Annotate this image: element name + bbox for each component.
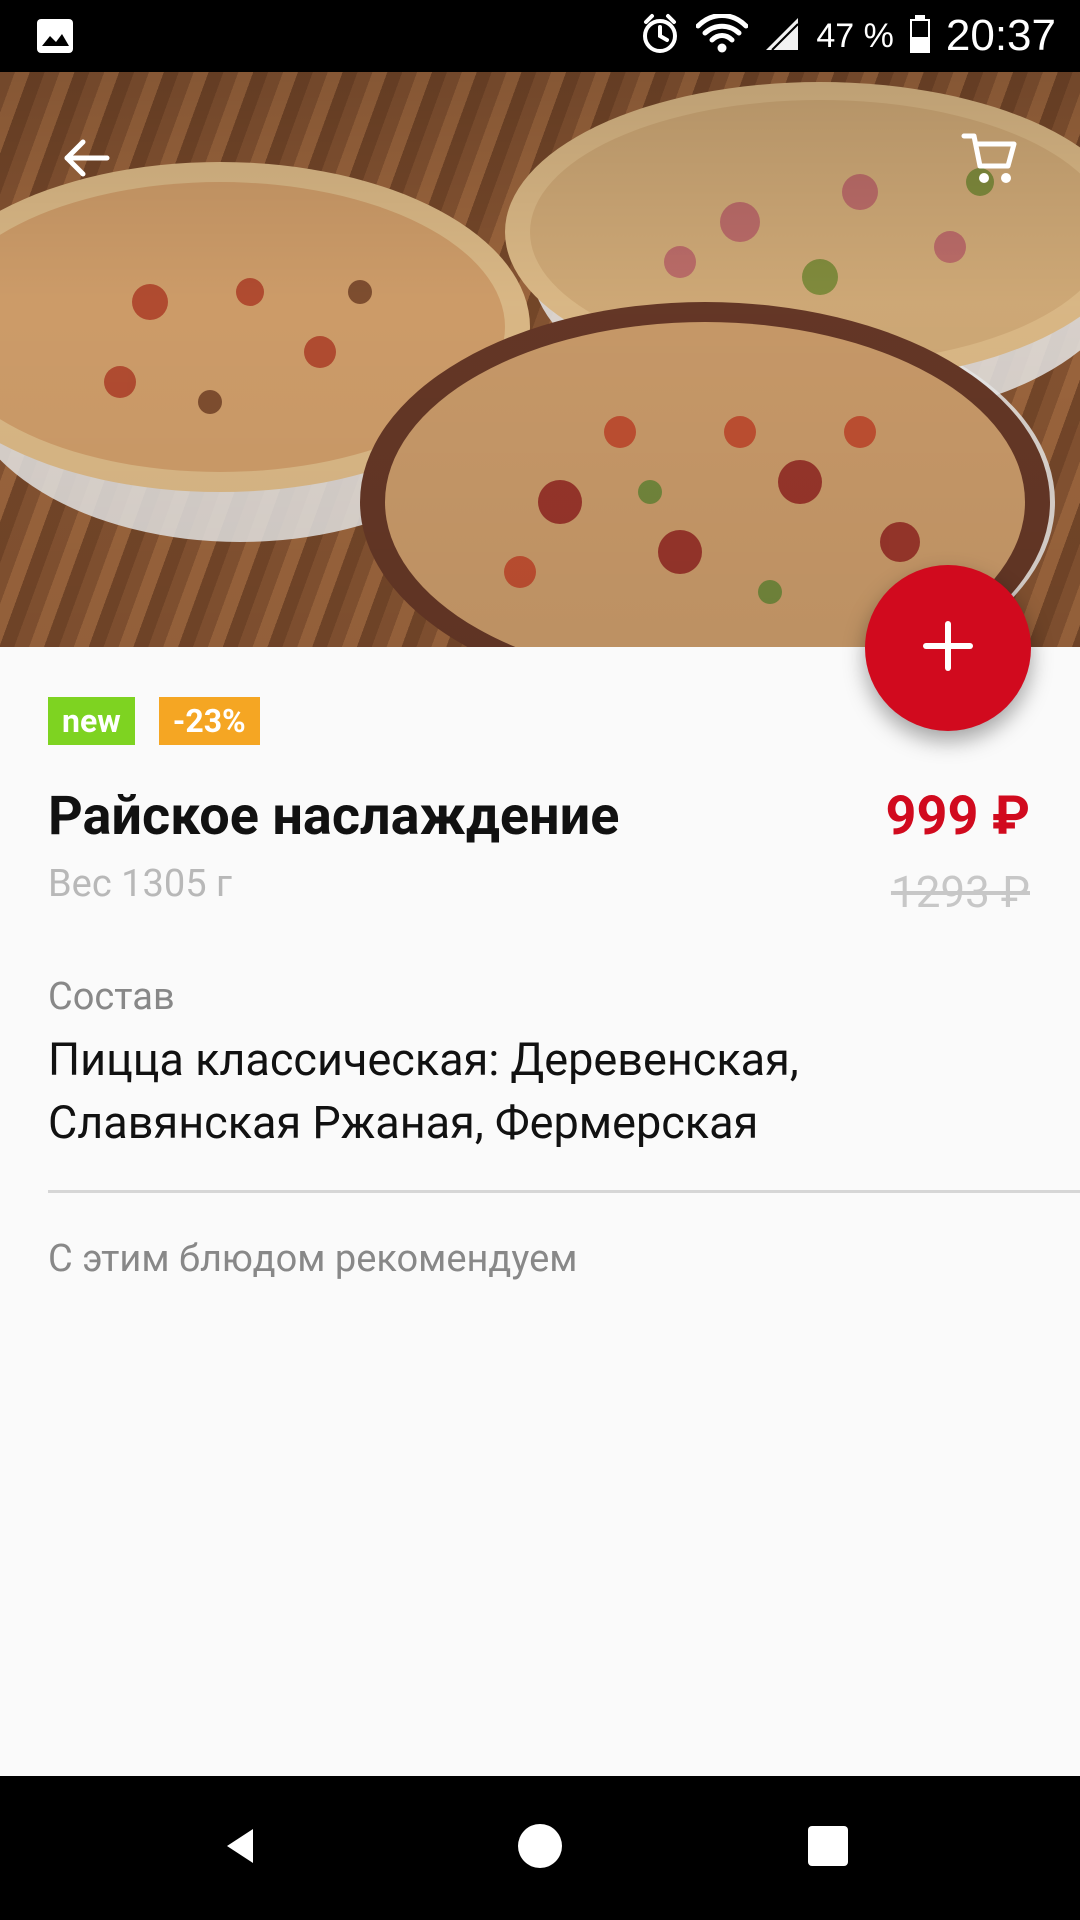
new-badge: new [48,697,135,745]
recommend-label: С этим блюдом рекомендуем [48,1237,578,1281]
composition-label: Состав [48,975,175,1019]
alarm-icon [638,12,682,60]
nav-home-button[interactable] [480,1776,600,1920]
arrow-left-icon [57,130,113,190]
status-right: 47 % 20:37 [638,0,1056,72]
product-badges: new -23% [48,697,260,745]
image-overlay [0,72,1080,647]
product-weight: Вес 1305 г [48,862,232,906]
battery-percent: 47 % [816,16,894,55]
back-button[interactable] [40,115,130,205]
clock-time: 20:37 [945,11,1056,60]
recent-apps-icon [803,1821,853,1875]
cart-button[interactable] [945,115,1035,205]
signal-icon [762,14,802,58]
home-icon [515,1821,565,1875]
wifi-icon [695,13,749,58]
product-image [0,72,1080,647]
image-icon [36,18,74,54]
add-to-cart-fab[interactable] [865,565,1031,731]
section-divider [48,1190,1080,1193]
product-old-price: 1293 ₽ [890,866,1030,918]
composition-text: Пицца классическая: Деревенская, Славянс… [48,1033,799,1149]
back-icon [215,1821,265,1875]
status-bar: 47 % 20:37 [0,0,1080,72]
product-title: Райское наслаждение [48,785,620,848]
navigation-bar [0,1776,1080,1920]
product-price: 999 ₽ [885,785,1030,848]
nav-back-button[interactable] [180,1776,300,1920]
plus-icon [920,618,976,678]
discount-badge: -23% [158,697,260,745]
nav-recent-apps-button[interactable] [768,1776,888,1920]
battery-icon [908,14,932,58]
shopping-cart-icon [958,126,1022,194]
